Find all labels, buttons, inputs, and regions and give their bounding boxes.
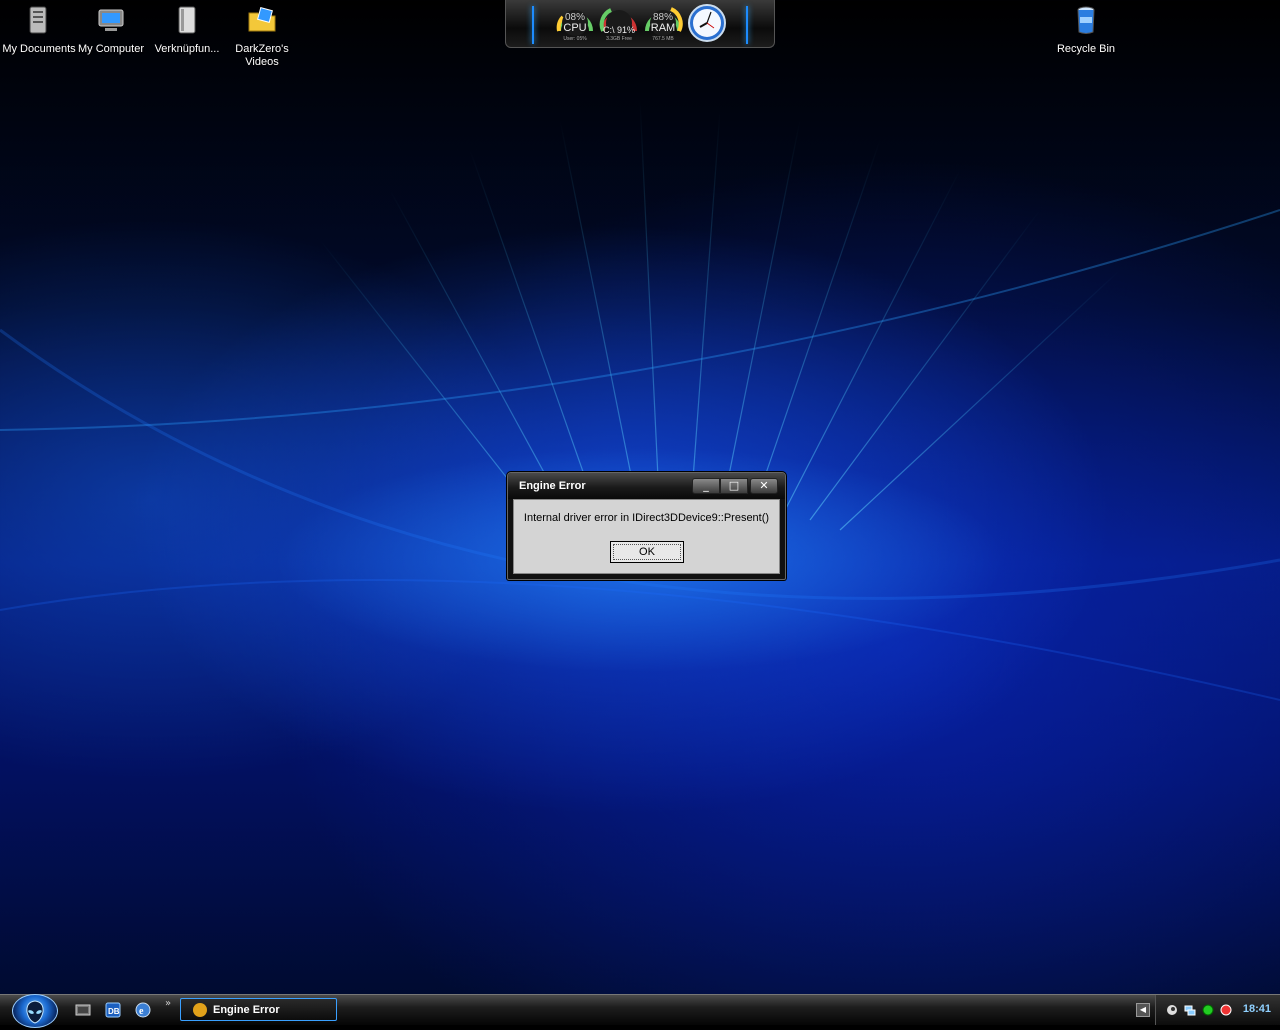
close-icon: ✕ [759, 479, 769, 492]
taskbar-item-label: Engine Error [213, 1004, 280, 1016]
svg-text:e: e [139, 1006, 144, 1017]
ram-label: RAM [650, 22, 676, 34]
recycle-bin-icon [1077, 6, 1095, 34]
dialog-titlebar[interactable]: Engine Error _ □ ✕ [508, 473, 785, 499]
dialog-title: Engine Error [519, 480, 586, 492]
tray-expand-button[interactable]: ◀ [1136, 1003, 1150, 1017]
svg-text:DB: DB [108, 1007, 120, 1016]
folder-icon [248, 7, 276, 32]
desktop-icon-label: Recycle Bin [1056, 43, 1116, 55]
show-desktop-icon[interactable] [75, 1002, 91, 1018]
desktop-icon-label: My Documents [2, 43, 76, 55]
network-icon[interactable] [1184, 1004, 1196, 1016]
internet-explorer-icon[interactable]: e [135, 1002, 151, 1018]
engine-error-dialog[interactable]: Engine Error _ □ ✕ Internal driver error… [507, 472, 786, 580]
gadget-accent-bar [746, 6, 748, 44]
desktop-icon-my-computer[interactable]: My Computer [72, 2, 150, 56]
documents-icon [29, 6, 47, 34]
taskbar: DB e » Engine Error ◀ 18:41 [0, 994, 1280, 1028]
system-tray: 18:41 [1155, 995, 1280, 1025]
antivirus-icon[interactable] [1202, 1004, 1214, 1016]
alien-head-icon [26, 1000, 44, 1024]
shortcut-icon [178, 6, 196, 34]
start-button[interactable] [12, 994, 58, 1028]
cpu-sub: User: 05% [563, 36, 587, 42]
security-alert-icon[interactable] [1220, 1004, 1232, 1016]
close-button[interactable]: ✕ [750, 478, 778, 494]
desktop-icon-label: My Computer [77, 43, 145, 55]
cpu-gauge: 08% CPU User: 05% [555, 3, 595, 43]
minimize-button[interactable]: _ [692, 478, 720, 494]
db-app-icon[interactable]: DB [105, 1002, 121, 1018]
desktop-icon-recycle-bin[interactable]: Recycle Bin [1047, 2, 1125, 56]
half-life-icon [193, 1003, 207, 1017]
desktop-icon-label: DarkZero's Videos [235, 43, 289, 68]
quicklaunch-chevron-icon[interactable]: » [165, 998, 171, 1009]
system-monitor-gadget[interactable]: 08% CPU User: 05% C:\ 91% 3.3GB Free 88%… [505, 0, 775, 48]
computer-icon [98, 9, 124, 31]
maximize-icon: □ [728, 479, 740, 492]
ram-sub: 767.5 MB [652, 36, 674, 42]
dialog-message: Internal driver error in IDirect3DDevice… [523, 512, 770, 524]
disk-value: C:\ 91% [602, 25, 635, 35]
clock[interactable]: 18:41 [1243, 1003, 1271, 1015]
minimize-icon: _ [703, 479, 709, 492]
desktop-icon-my-documents[interactable]: My Documents [0, 2, 78, 56]
desktop-icon-label: Verknüpfun... [154, 43, 220, 55]
dialog-body: Internal driver error in IDirect3DDevice… [513, 499, 780, 574]
disk-gauge: C:\ 91% 3.3GB Free [599, 3, 639, 43]
desktop-icon-darkzero-videos[interactable]: DarkZero's Videos [223, 2, 301, 69]
desktop-icon-shortcut[interactable]: Verknüpfun... [148, 2, 226, 56]
clock-icon [688, 4, 726, 42]
ok-button[interactable]: OK [610, 541, 684, 563]
disk-sub: 3.3GB Free [606, 36, 632, 42]
taskbar-item-engine-error[interactable]: Engine Error [180, 998, 337, 1021]
cpu-label: CPU [563, 22, 587, 34]
maximize-button[interactable]: □ [720, 478, 748, 494]
steam-icon[interactable] [1166, 1004, 1178, 1016]
gadget-accent-bar [532, 6, 534, 44]
ram-gauge: 88% RAM 767.5 MB [643, 3, 683, 43]
